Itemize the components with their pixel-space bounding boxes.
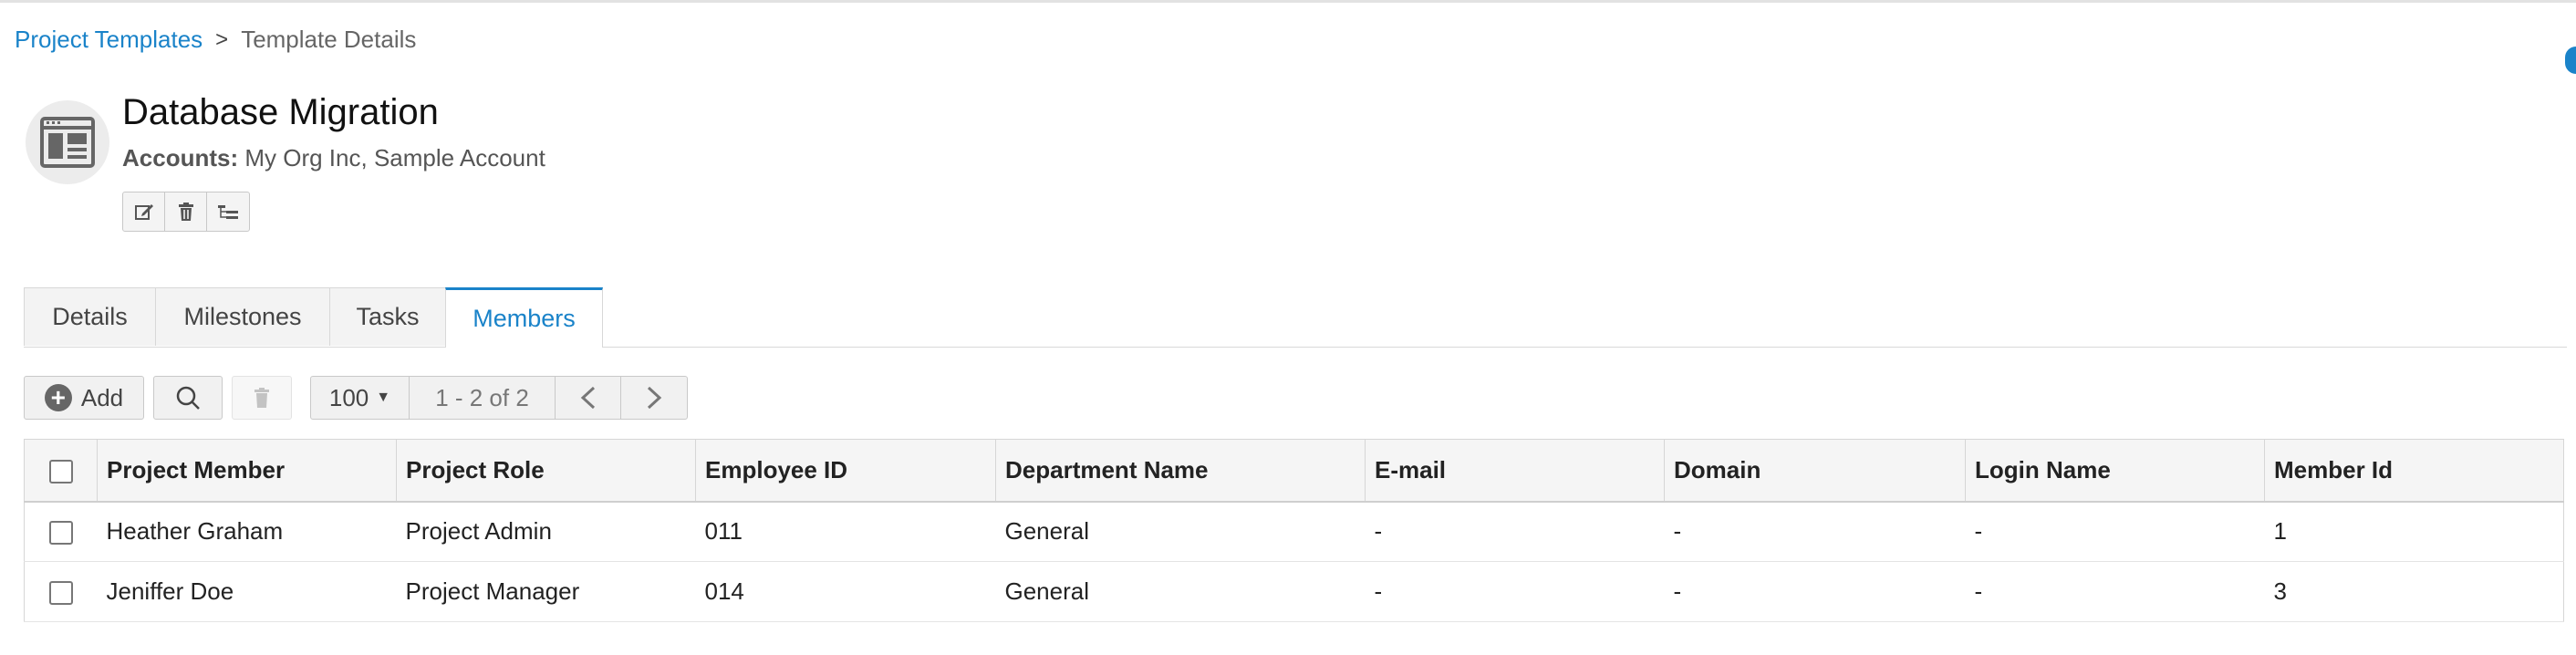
accounts-info: Accounts: My Org Inc, Sample Account	[122, 144, 545, 172]
chevron-left-icon	[580, 386, 595, 410]
tab-details[interactable]: Details	[24, 287, 156, 346]
template-icon	[26, 100, 109, 184]
breadcrumb-project-templates[interactable]: Project Templates	[15, 26, 203, 54]
cell-domain: -	[1664, 561, 1966, 622]
col-email[interactable]: E-mail	[1365, 439, 1665, 503]
select-all-cell	[24, 439, 98, 503]
add-label: Add	[80, 383, 124, 411]
cell-login-name: -	[1965, 561, 2265, 622]
delete-button[interactable]	[165, 192, 207, 231]
page-title: Database Migration	[122, 92, 439, 132]
cell-department-name: General	[995, 501, 1366, 562]
cell-project-member: Jeniffer Doe	[97, 561, 397, 622]
tab-bar: Details Milestones Tasks Members	[24, 287, 2567, 348]
page-size-value: 100	[328, 383, 369, 411]
search-button[interactable]	[153, 376, 223, 420]
accounts-label: Accounts:	[122, 144, 239, 172]
plus-icon: +	[44, 384, 72, 411]
col-department-name[interactable]: Department Name	[995, 439, 1366, 503]
cell-domain: -	[1664, 501, 1966, 562]
breadcrumb: Project Templates > Template Details	[15, 26, 416, 54]
template-actions	[122, 192, 250, 232]
add-member-button[interactable]: + Add	[24, 376, 144, 420]
cell-member-id: 3	[2264, 561, 2564, 622]
caret-down-icon: ▼	[376, 390, 391, 405]
row-select-cell	[24, 501, 98, 562]
col-member-id[interactable]: Member Id	[2264, 439, 2564, 503]
tab-tasks[interactable]: Tasks	[329, 287, 446, 346]
pagination: 100 ▼ 1 - 2 of 2	[310, 376, 688, 420]
delete-member-button[interactable]	[232, 376, 292, 420]
cell-email: -	[1365, 561, 1665, 622]
trash-icon	[254, 388, 269, 408]
row-checkbox[interactable]	[48, 521, 73, 546]
edit-icon	[134, 204, 153, 220]
side-panel-toggle[interactable]	[2565, 47, 2576, 74]
cell-department-name: General	[995, 561, 1366, 622]
col-domain[interactable]: Domain	[1664, 439, 1966, 503]
trash-icon	[178, 203, 193, 221]
table-row[interactable]: Heather Graham Project Admin 011 General…	[24, 501, 2564, 562]
cell-email: -	[1365, 501, 1665, 562]
cell-project-role: Project Admin	[396, 501, 696, 562]
row-checkbox[interactable]	[48, 581, 73, 606]
hierarchy-button[interactable]	[207, 192, 249, 231]
prev-page-button[interactable]	[556, 377, 621, 419]
tab-milestones[interactable]: Milestones	[155, 287, 330, 346]
col-project-member[interactable]: Project Member	[97, 439, 397, 503]
cell-employee-id: 014	[695, 561, 996, 622]
edit-button[interactable]	[123, 192, 165, 231]
chevron-right-icon	[647, 386, 662, 410]
tab-members[interactable]: Members	[445, 287, 603, 348]
search-icon	[176, 386, 200, 410]
members-toolbar: + Add 100 ▼ 1 - 2 of 2	[24, 376, 688, 420]
breadcrumb-separator: >	[215, 26, 229, 52]
table-header-row: Project Member Project Role Employee ID …	[24, 439, 2564, 503]
cell-project-member: Heather Graham	[97, 501, 397, 562]
cell-employee-id: 011	[695, 501, 996, 562]
cell-login-name: -	[1965, 501, 2265, 562]
cell-member-id: 1	[2264, 501, 2564, 562]
members-table: Project Member Project Role Employee ID …	[24, 439, 2564, 622]
page-size-select[interactable]: 100 ▼	[311, 377, 410, 419]
select-all-checkbox[interactable]	[48, 459, 73, 483]
row-select-cell	[24, 561, 98, 622]
next-page-button[interactable]	[621, 377, 687, 419]
col-project-role[interactable]: Project Role	[396, 439, 696, 503]
hierarchy-icon	[218, 205, 238, 219]
breadcrumb-current: Template Details	[241, 26, 417, 53]
page: Project Templates > Template Details Dat…	[0, 0, 2576, 655]
page-range: 1 - 2 of 2	[410, 377, 556, 419]
accounts-value: My Org Inc, Sample Account	[244, 144, 545, 172]
col-employee-id[interactable]: Employee ID	[695, 439, 996, 503]
cell-project-role: Project Manager	[396, 561, 696, 622]
table-row[interactable]: Jeniffer Doe Project Manager 014 General…	[24, 561, 2564, 622]
col-login-name[interactable]: Login Name	[1965, 439, 2265, 503]
